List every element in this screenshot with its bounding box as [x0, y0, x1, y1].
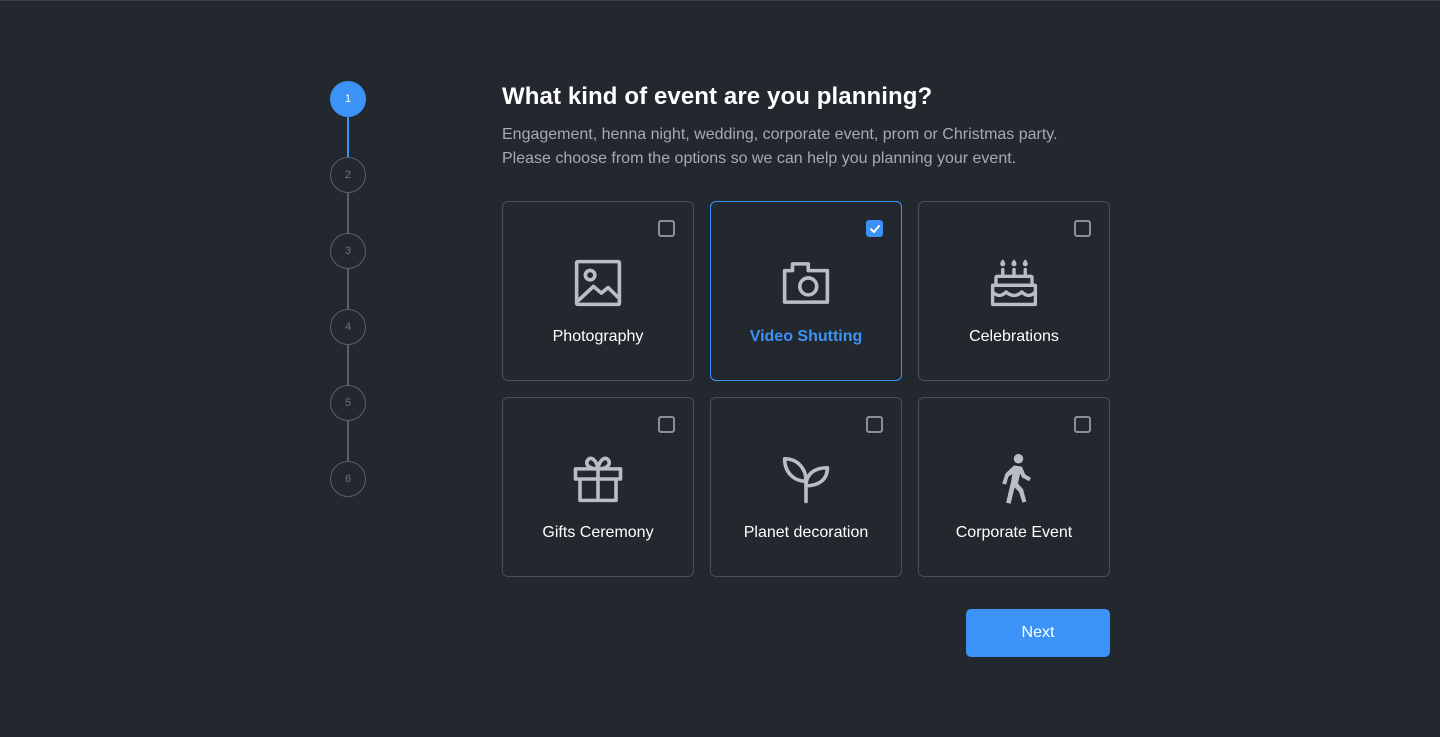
page-title: What kind of event are you planning?	[502, 83, 933, 110]
checkmark-icon	[869, 224, 880, 233]
step-number: 3	[344, 245, 352, 257]
cake-icon	[987, 256, 1041, 310]
option-checkbox[interactable]	[1074, 416, 1091, 433]
option-checkbox[interactable]	[866, 220, 883, 237]
option-label: Photography	[552, 328, 644, 345]
step-connector	[347, 193, 349, 233]
step-connector	[347, 421, 349, 461]
step-connector	[347, 345, 349, 385]
event-options-grid: Photography Video Shutting Celebrations …	[502, 201, 1110, 577]
step-number: 2	[344, 169, 352, 181]
option-checkbox[interactable]	[658, 220, 675, 237]
option-checkbox[interactable]	[866, 416, 883, 433]
gift-icon	[571, 452, 625, 506]
option-card-video-shutting[interactable]: Video Shutting	[710, 201, 902, 381]
step-number: 4	[344, 321, 352, 333]
option-card-planet-decoration[interactable]: Planet decoration	[710, 397, 902, 577]
step-connector	[347, 117, 349, 157]
step-3[interactable]: 3	[330, 233, 366, 269]
image-icon	[571, 256, 625, 310]
option-label: Video Shutting	[749, 328, 863, 345]
option-card-gifts-ceremony[interactable]: Gifts Ceremony	[502, 397, 694, 577]
option-label: Gifts Ceremony	[542, 524, 654, 541]
option-label: Celebrations	[969, 328, 1059, 345]
option-label: Corporate Event	[955, 524, 1073, 541]
step-connector	[347, 269, 349, 309]
step-4[interactable]: 4	[330, 309, 366, 345]
page-subtitle: Engagement, henna night, wedding, corpor…	[502, 123, 1142, 171]
step-2[interactable]: 2	[330, 157, 366, 193]
option-card-corporate-event[interactable]: Corporate Event	[918, 397, 1110, 577]
step-number: 5	[344, 397, 352, 409]
option-checkbox[interactable]	[658, 416, 675, 433]
next-button[interactable]: Next	[966, 609, 1110, 657]
subtitle-line: Engagement, henna night, wedding, corpor…	[502, 126, 1058, 143]
option-label: Planet decoration	[743, 524, 869, 541]
camera-icon	[779, 256, 833, 310]
option-card-photography[interactable]: Photography	[502, 201, 694, 381]
step-number: 1	[344, 93, 352, 105]
subtitle-line: Please choose from the options so we can…	[502, 150, 1017, 167]
step-6[interactable]: 6	[330, 461, 366, 497]
option-card-celebrations[interactable]: Celebrations	[918, 201, 1110, 381]
sprout-icon	[779, 452, 833, 506]
step-5[interactable]: 5	[330, 385, 366, 421]
walking-person-icon	[987, 452, 1041, 506]
step-number: 6	[344, 473, 352, 485]
option-checkbox[interactable]	[1074, 220, 1091, 237]
step-1[interactable]: 1	[330, 81, 366, 117]
